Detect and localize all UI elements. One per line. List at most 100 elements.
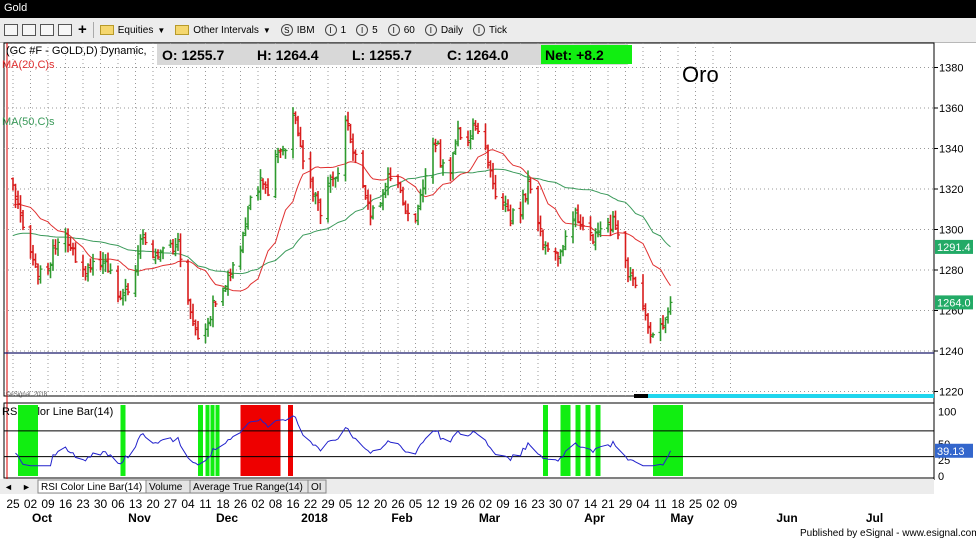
- date-label: 11: [199, 497, 212, 511]
- tab-2[interactable]: Average True Range(14): [189, 479, 309, 494]
- date-label: 09: [724, 497, 738, 511]
- date-label: 30: [549, 497, 563, 511]
- rsi-axis-label: 100: [938, 407, 956, 419]
- ma20-legend: MA(20,C)s: [2, 59, 55, 71]
- tab-label: OI: [311, 482, 322, 493]
- tab-0[interactable]: RSI Color Line Bar(14): [37, 479, 147, 494]
- date-label: 29: [321, 497, 335, 511]
- rsi-overbought-zone: [240, 405, 281, 476]
- date-label: 25: [689, 497, 703, 511]
- date-label: 25: [6, 497, 20, 511]
- date-label: 27: [164, 497, 178, 511]
- date-label: 04: [636, 497, 650, 511]
- date-label: 06: [111, 497, 125, 511]
- date-label: 05: [409, 497, 423, 511]
- date-label: 22: [304, 497, 318, 511]
- symbol-label: (GC #F - GOLD,D) Dynamic,: [6, 45, 147, 57]
- watermark: ©eSignal, 2018: [6, 391, 48, 398]
- date-label: 20: [146, 497, 160, 511]
- date-label: 16: [286, 497, 300, 511]
- month-label: 2018: [301, 511, 328, 525]
- month-label: May: [670, 511, 694, 525]
- date-label: 08: [269, 497, 283, 511]
- tab-1[interactable]: Volume: [145, 479, 191, 494]
- date-label: 02: [24, 497, 38, 511]
- date-label: 26: [391, 497, 405, 511]
- month-label: Nov: [128, 511, 151, 525]
- price-axis-label: 1320: [939, 184, 963, 196]
- rsi-oversold-zone: [543, 405, 548, 476]
- ohlc-high: H: 1264.4: [257, 47, 319, 63]
- range-strip-dark: [634, 394, 648, 398]
- month-label: Jun: [776, 511, 797, 525]
- date-label: 13: [129, 497, 143, 511]
- price-axis-label: 1280: [939, 265, 963, 277]
- price-axis-label: 1240: [939, 346, 963, 358]
- month-label: Apr: [584, 511, 605, 525]
- date-label: 18: [671, 497, 685, 511]
- rsi-oversold-zone: [595, 405, 601, 476]
- date-label: 29: [619, 497, 633, 511]
- rsi-oversold-zone: [215, 405, 220, 476]
- date-label: 20: [374, 497, 388, 511]
- date-label: 16: [514, 497, 528, 511]
- month-label: Jul: [866, 511, 883, 525]
- tab-label: RSI Color Line Bar(14): [41, 482, 142, 493]
- date-label: 11: [654, 497, 667, 511]
- date-label: 18: [216, 497, 230, 511]
- date-label: 05: [339, 497, 353, 511]
- price-axis-label: 1340: [939, 144, 963, 156]
- rsi-oversold-zone: [585, 405, 591, 476]
- month-label: Mar: [479, 511, 501, 525]
- chart-canvas: 1220124012601280130013201340136013801291…: [0, 42, 976, 539]
- ohlc-net: Net: +8.2: [545, 47, 604, 63]
- rsi-oversold-zone: [575, 405, 581, 476]
- date-label: 19: [444, 497, 458, 511]
- ohlc-close: C: 1264.0: [447, 47, 509, 63]
- date-label: 23: [531, 497, 545, 511]
- date-label: 02: [479, 497, 493, 511]
- ohlc-open: O: 1255.7: [162, 47, 224, 63]
- tab-scroll-left: ◄: [4, 482, 13, 492]
- price-axis-label: 1380: [939, 63, 963, 75]
- date-label: 02: [251, 497, 265, 511]
- price-axis-label: 1220: [939, 387, 963, 399]
- date-label: 09: [496, 497, 510, 511]
- tab-label: Average True Range(14): [193, 482, 303, 493]
- month-label: Dec: [216, 511, 238, 525]
- rsi-oversold-zone: [120, 405, 126, 476]
- date-label: 04: [181, 497, 195, 511]
- date-label: 02: [706, 497, 720, 511]
- ma50-legend: MA(50,C)s: [2, 116, 55, 128]
- date-label: 26: [234, 497, 248, 511]
- price-axis-label: 1360: [939, 103, 963, 115]
- tab-3[interactable]: OI: [307, 479, 327, 494]
- price-axis-label: 1300: [939, 225, 963, 237]
- chart-background: [0, 43, 976, 539]
- date-label: 07: [566, 497, 580, 511]
- date-label: 14: [584, 497, 598, 511]
- rsi-value-tag: 39.13: [937, 446, 965, 458]
- date-label: 21: [601, 497, 615, 511]
- date-label: 12: [356, 497, 370, 511]
- publisher-credit: Published by eSignal - www.esignal.com: [800, 528, 976, 539]
- date-label: 30: [94, 497, 108, 511]
- rsi-oversold-zone: [210, 405, 215, 476]
- last-price-tag: 1264.0: [937, 297, 971, 309]
- date-label: 09: [41, 497, 55, 511]
- date-label: 16: [59, 497, 73, 511]
- tab-scroll-right: ►: [22, 482, 31, 492]
- rsi-oversold-zone: [205, 405, 210, 476]
- rsi-oversold-zone: [198, 405, 203, 476]
- date-label: 26: [461, 497, 475, 511]
- rsi-overbought-zone: [288, 405, 293, 476]
- price-axis: 122012401260128013001320134013601380: [934, 63, 963, 399]
- month-label: Feb: [391, 511, 412, 525]
- date-label: 12: [426, 497, 440, 511]
- rsi-oversold-zone: [560, 405, 571, 476]
- range-strip-cyan: [648, 394, 934, 398]
- ma50-price-tag: 1291.4: [937, 242, 971, 254]
- chart-annotation: Oro: [682, 62, 719, 87]
- date-label: 23: [76, 497, 90, 511]
- tab-label: Volume: [149, 482, 183, 493]
